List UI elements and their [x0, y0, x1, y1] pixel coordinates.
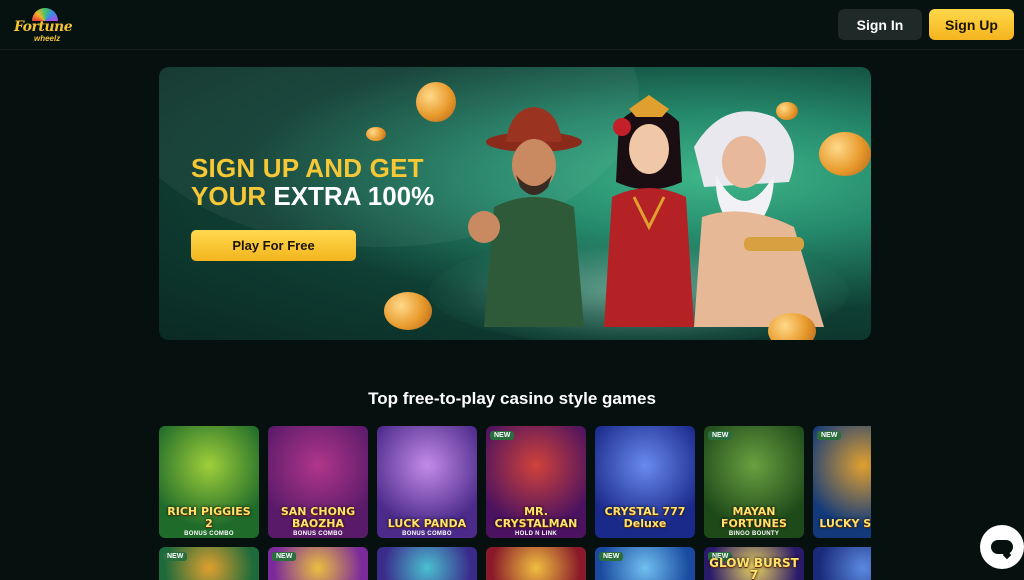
sign-up-button[interactable]: Sign Up: [929, 9, 1014, 40]
chat-button[interactable]: [980, 525, 1024, 569]
game-subtitle: BONUS COMBO: [184, 531, 234, 537]
gold-coin: [776, 102, 798, 120]
new-badge: NEW: [490, 431, 515, 440]
hero-banner: SIGN UP AND GET YOUR EXTRA 100% Play For…: [159, 67, 871, 340]
game-title: CRYSTAL 777 Deluxe: [604, 505, 686, 530]
game-tile[interactable]: NEW LUCKY SHOOT: [813, 426, 871, 538]
new-badge: NEW: [599, 552, 624, 561]
game-art: [813, 547, 871, 580]
game-title: LUCK PANDA: [387, 517, 467, 530]
game-subtitle: BONUS COMBO: [293, 531, 343, 537]
hero-headline-line1: SIGN UP AND GET: [191, 153, 424, 183]
new-badge: NEW: [817, 431, 842, 440]
logo-text: Fortune: [14, 19, 73, 35]
game-subtitle: BONUS COMBO: [402, 531, 452, 537]
fortune-wheelz-logo[interactable]: Fortune wheelz: [14, 8, 78, 44]
games-section-title: Top free-to-play casino style games: [368, 389, 656, 408]
chat-bubble-icon: [991, 540, 1013, 554]
game-art: [377, 547, 477, 580]
new-badge: NEW: [163, 552, 188, 561]
zeus-character: [694, 111, 824, 327]
sign-in-button[interactable]: Sign In: [838, 9, 922, 40]
new-badge: NEW: [272, 552, 297, 561]
game-title: MAYAN FORTUNES: [721, 505, 787, 530]
game-tile[interactable]: SAN CHONG BAOZHA BONUS COMBO: [268, 426, 368, 538]
hero-headline-line2: YOUR EXTRA 100%: [191, 181, 434, 212]
game-tile[interactable]: [813, 547, 871, 580]
game-title: LUCKY SHOOT: [819, 517, 871, 530]
site-header: Fortune wheelz Sign In Sign Up: [0, 0, 1024, 50]
gold-coin: [819, 132, 871, 176]
new-badge: NEW: [708, 431, 733, 440]
game-tile[interactable]: NEW: [159, 547, 259, 580]
game-subtitle: BINGO BOUNTY: [728, 531, 780, 537]
game-title: RICH PIGGIES 2: [167, 505, 251, 530]
game-title: MR. CRYSTALMAN: [494, 505, 578, 530]
play-for-free-button[interactable]: Play For Free: [191, 230, 356, 261]
hero-headline-offer: EXTRA 100%: [273, 181, 435, 211]
game-tile[interactable]: NEW MR. CRYSTALMAN HOLD N LINK: [486, 426, 586, 538]
game-tile[interactable]: RICH PIGGIES 2 BONUS COMBO: [159, 426, 259, 538]
logo-subtext: wheelz: [34, 34, 61, 43]
hero-characters-illustration: [468, 95, 824, 327]
gold-coin: [416, 82, 456, 122]
geisha-character: [604, 95, 694, 327]
game-tile[interactable]: NEW GLOW BURST 7: [704, 547, 804, 580]
cowboy-character: [468, 107, 584, 327]
game-subtitle: HOLD N LINK: [515, 531, 557, 537]
gold-coin: [384, 292, 432, 330]
game-tile[interactable]: CRYSTAL 777 Deluxe: [595, 426, 695, 538]
games-grid: RICH PIGGIES 2 BONUS COMBO SAN CHONG BAO…: [159, 426, 871, 580]
game-tile[interactable]: NEW: [268, 547, 368, 580]
game-tile[interactable]: LUCK PANDA BONUS COMBO: [377, 426, 477, 538]
game-tile[interactable]: [486, 547, 586, 580]
game-art: [486, 547, 586, 580]
hero-headline-highlight: YOUR: [191, 181, 267, 211]
game-tile[interactable]: NEW MAYAN FORTUNES BINGO BOUNTY: [704, 426, 804, 538]
game-title: SAN CHONG BAOZHA: [280, 505, 356, 530]
game-tile[interactable]: NEW: [595, 547, 695, 580]
gold-coin: [366, 127, 386, 141]
game-title: GLOW BURST 7: [709, 556, 799, 580]
game-tile[interactable]: [377, 547, 477, 580]
